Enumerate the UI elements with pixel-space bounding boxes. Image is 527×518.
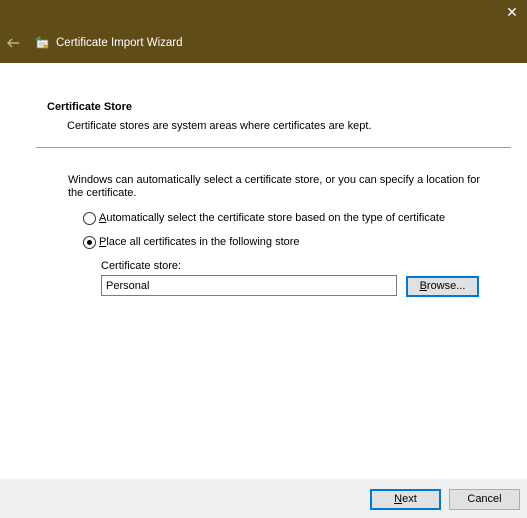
page-title: Certificate Store [47, 101, 132, 113]
place-all-label[interactable]: Place all certificates in the following … [99, 236, 300, 248]
page-description: Certificate stores are system areas wher… [67, 120, 372, 132]
wizard-footer [0, 479, 527, 518]
certificate-store-label: Certificate store: [101, 260, 182, 272]
cancel-button[interactable]: Cancel [449, 489, 520, 510]
auto-select-label[interactable]: Automatically select the certificate sto… [99, 212, 445, 224]
close-icon[interactable]: ✕ [503, 3, 521, 21]
title-bar: ✕ Certificate Import Wizard [0, 0, 527, 63]
certificate-wizard-icon [35, 36, 49, 49]
auto-select-radio[interactable] [83, 211, 96, 225]
header-divider [36, 147, 511, 148]
place-all-option[interactable]: Place all certificates in the following … [83, 234, 300, 250]
certificate-store-field[interactable] [101, 275, 397, 296]
next-button[interactable]: Next [370, 489, 441, 510]
intro-text: Windows can automatically select a certi… [68, 174, 481, 199]
back-arrow-icon[interactable] [5, 35, 21, 51]
browse-button[interactable]: Browse... [406, 276, 479, 297]
place-all-radio[interactable] [83, 235, 96, 249]
auto-select-option[interactable]: Automatically select the certificate sto… [83, 210, 445, 226]
window-title: Certificate Import Wizard [56, 37, 183, 49]
